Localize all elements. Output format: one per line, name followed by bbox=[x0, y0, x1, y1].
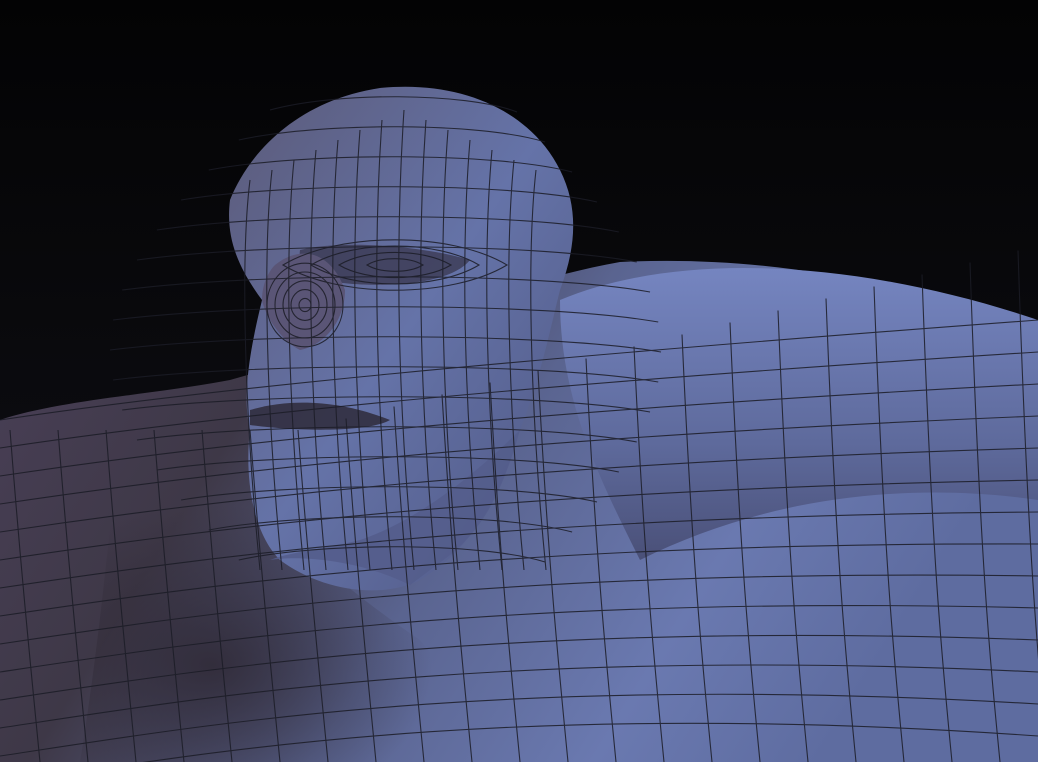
mesh-render bbox=[0, 0, 1038, 762]
3d-viewport[interactable] bbox=[0, 0, 1038, 762]
